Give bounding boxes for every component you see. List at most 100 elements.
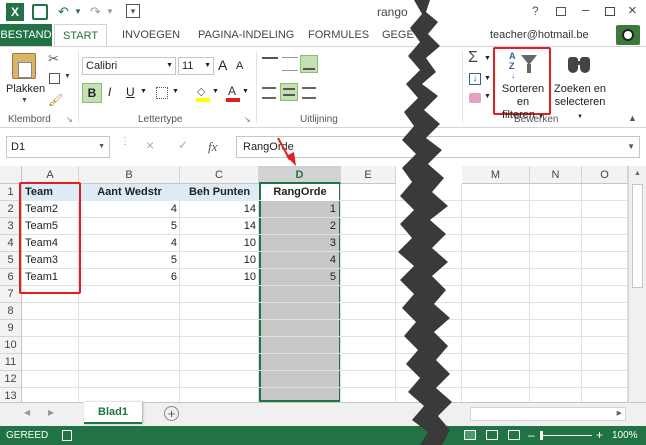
close-button[interactable]: ×: [628, 2, 637, 19]
autosum-dropdown-icon[interactable]: ▼: [484, 55, 491, 62]
prev-sheet-icon[interactable]: ◀: [24, 408, 30, 417]
underline-button[interactable]: U: [126, 85, 135, 99]
fill-icon[interactable]: ↓: [469, 73, 481, 85]
borders-icon[interactable]: [156, 87, 168, 99]
align-top-icon[interactable]: [262, 57, 278, 71]
align-middle-icon[interactable]: [282, 57, 298, 71]
tab-invoegen[interactable]: INVOEGEN: [114, 24, 188, 46]
grow-font-button[interactable]: A: [218, 57, 227, 73]
horizontal-scrollbar[interactable]: ▶: [470, 407, 626, 421]
cell-d4[interactable]: 3: [261, 235, 339, 252]
customize-qat-icon[interactable]: ▾: [126, 4, 140, 18]
cell-d1[interactable]: RangOrde: [261, 184, 339, 201]
zoom-slider[interactable]: [540, 431, 592, 440]
font-launcher-icon[interactable]: ↘: [244, 115, 251, 124]
align-center-icon[interactable]: [280, 83, 298, 101]
zoom-out-button[interactable]: –: [528, 426, 535, 445]
redo-icon[interactable]: ↷: [90, 4, 101, 20]
font-name-select[interactable]: Calibri ▼: [82, 57, 176, 75]
clear-icon[interactable]: [469, 93, 481, 103]
underline-dropdown-icon[interactable]: ▼: [140, 88, 147, 95]
find-select-icon[interactable]: [568, 53, 592, 77]
expand-formula-bar-icon[interactable]: ▼: [627, 137, 635, 157]
column-header-m[interactable]: M: [462, 166, 530, 184]
cell-b4[interactable]: 4: [79, 235, 180, 252]
cell-b6[interactable]: 6: [79, 269, 180, 286]
cell-c5[interactable]: 10: [180, 252, 259, 269]
row-header-9[interactable]: 9: [0, 320, 22, 337]
fill-dropdown-icon[interactable]: ▼: [484, 75, 491, 82]
redo-dropdown-icon[interactable]: ▼: [106, 4, 114, 20]
user-account[interactable]: teacher@hotmail.be: [490, 29, 589, 41]
name-box[interactable]: D1 ▼: [6, 136, 110, 158]
bold-button[interactable]: B: [82, 83, 102, 103]
shrink-font-button[interactable]: A: [236, 60, 243, 72]
undo-icon[interactable]: ↶: [58, 4, 69, 20]
formula-bar-grip-icon[interactable]: ⋮: [120, 137, 130, 147]
column-header-c[interactable]: C: [180, 166, 259, 184]
zoom-slider-thumb[interactable]: [540, 431, 543, 440]
save-icon[interactable]: [32, 4, 48, 20]
font-size-select[interactable]: 11 ▼: [178, 57, 214, 75]
cell-c4[interactable]: 10: [180, 235, 259, 252]
copy-icon[interactable]: [49, 73, 60, 84]
new-sheet-button[interactable]: +: [164, 406, 179, 421]
fill-color-dropdown-icon[interactable]: ▼: [212, 88, 219, 95]
cell-c6[interactable]: 10: [180, 269, 259, 286]
tab-start[interactable]: START: [54, 24, 108, 47]
cut-icon[interactable]: ✂: [48, 51, 59, 67]
cell-d6[interactable]: 5: [261, 269, 339, 286]
italic-button[interactable]: I: [108, 85, 111, 99]
sort-filter-icon[interactable]: A Z ↓: [509, 51, 539, 80]
tab-pagina-indeling[interactable]: PAGINA-INDELING: [190, 24, 302, 46]
find-select-button[interactable]: Zoeken en selecteren ▼: [552, 83, 608, 124]
macro-record-icon[interactable]: [62, 430, 72, 441]
select-all-corner[interactable]: [0, 166, 22, 184]
maximize-button[interactable]: [605, 7, 615, 16]
align-bottom-icon[interactable]: [300, 55, 318, 73]
page-layout-view-icon[interactable]: [486, 430, 498, 440]
scroll-thumb[interactable]: [632, 184, 643, 288]
cell-d5[interactable]: 4: [261, 252, 339, 269]
collapse-ribbon-icon[interactable]: ▲: [628, 113, 637, 123]
column-header-d[interactable]: D: [259, 166, 341, 184]
cell-b1[interactable]: Aant Wedstr: [79, 184, 180, 201]
undo-dropdown-icon[interactable]: ▼: [74, 4, 82, 20]
zoom-in-button[interactable]: +: [596, 426, 603, 445]
cell-c2[interactable]: 14: [180, 201, 259, 218]
align-right-icon[interactable]: [302, 87, 316, 99]
borders-dropdown-icon[interactable]: ▼: [172, 88, 179, 95]
help-button[interactable]: ?: [532, 4, 539, 18]
ribbon-display-button[interactable]: [556, 7, 566, 16]
paste-icon[interactable]: [12, 53, 36, 79]
cell-b5[interactable]: 5: [79, 252, 180, 269]
zoom-level[interactable]: 100%: [612, 426, 638, 445]
scroll-right-icon[interactable]: ▶: [617, 409, 622, 417]
clipboard-launcher-icon[interactable]: ↘: [66, 115, 73, 124]
vertical-scrollbar[interactable]: ▲: [628, 166, 646, 402]
minimize-button[interactable]: –: [582, 2, 589, 17]
paste-dropdown-icon[interactable]: ▼: [21, 97, 28, 104]
tab-formules[interactable]: FORMULES: [300, 24, 377, 46]
row-header-12[interactable]: 12: [0, 371, 22, 388]
sheet-tab-blad1[interactable]: Blad1: [84, 402, 142, 424]
next-sheet-icon[interactable]: ▶: [48, 408, 54, 417]
column-header-o[interactable]: O: [582, 166, 628, 184]
cell-b3[interactable]: 5: [79, 218, 180, 235]
row-header-10[interactable]: 10: [0, 337, 22, 354]
cancel-entry-button[interactable]: ×: [146, 137, 154, 153]
confirm-entry-button[interactable]: ✓: [178, 138, 188, 152]
format-painter-icon[interactable]: 🖌: [48, 93, 63, 107]
scroll-up-icon[interactable]: ▲: [634, 170, 641, 177]
fill-color-icon[interactable]: ◇: [196, 83, 210, 103]
column-header-e[interactable]: E: [341, 166, 396, 184]
font-color-dropdown-icon[interactable]: ▼: [242, 88, 249, 95]
cell-c3[interactable]: 14: [180, 218, 259, 235]
cell-c1[interactable]: Beh Punten: [180, 184, 259, 201]
cell-b2[interactable]: 4: [79, 201, 180, 218]
tab-bestand[interactable]: BESTAND: [0, 24, 52, 46]
cell-d2[interactable]: 1: [261, 201, 339, 218]
column-header-n[interactable]: N: [530, 166, 582, 184]
autosum-icon[interactable]: Σ: [468, 49, 478, 67]
row-header-11[interactable]: 11: [0, 354, 22, 371]
